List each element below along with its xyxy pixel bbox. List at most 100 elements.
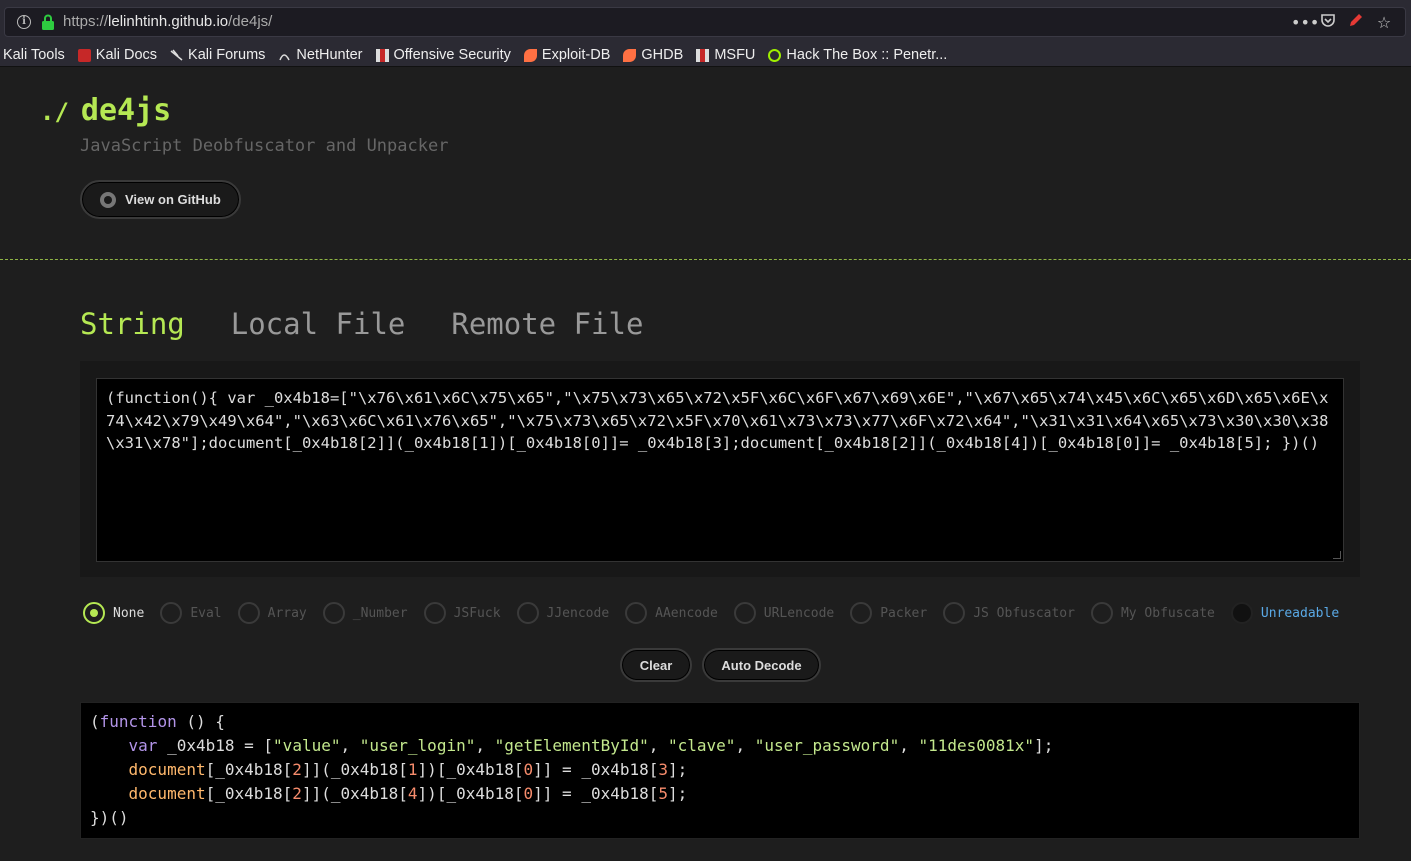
- bookmark-ghdb[interactable]: GHDB: [623, 47, 683, 63]
- radio-icon[interactable]: [625, 602, 648, 624]
- option-array[interactable]: Array: [237, 602, 307, 624]
- view-on-github-button[interactable]: View on GitHub: [80, 180, 241, 219]
- radio-icon[interactable]: [1230, 602, 1253, 624]
- site-tagline: JavaScript Deobfuscator and Unpacker: [80, 136, 449, 156]
- bookmark-label: Kali Docs: [95, 47, 158, 63]
- msfu-icon: [696, 48, 710, 62]
- htb-icon: [768, 48, 782, 62]
- site-title[interactable]: ./ de4js: [40, 93, 171, 128]
- option-label: Array: [267, 605, 307, 621]
- option-none[interactable]: None: [83, 602, 144, 624]
- offsec-icon: [375, 48, 389, 62]
- option-label: AAencode: [655, 605, 718, 621]
- option-label: Packer: [880, 605, 928, 621]
- kali-dragon-icon: [170, 49, 183, 61]
- input-tabs: String Local File Remote File: [80, 307, 689, 341]
- github-icon: [100, 191, 116, 208]
- option-label: _Number: [352, 605, 408, 621]
- star-icon[interactable]: ☆: [1375, 13, 1393, 32]
- tab-remote-file[interactable]: Remote File: [451, 307, 643, 341]
- header-divider: [0, 259, 1411, 260]
- lock-icon[interactable]: [41, 14, 55, 30]
- auto-decode-button[interactable]: Auto Decode: [702, 648, 821, 682]
- url-path: /de4js/: [228, 13, 273, 30]
- title-prefix: ./: [40, 98, 69, 126]
- clear-button[interactable]: Clear: [620, 648, 692, 682]
- bookmark-label: Kali Tools: [3, 47, 65, 63]
- option-jjencode[interactable]: JJencode: [516, 602, 610, 624]
- info-icon[interactable]: i: [17, 15, 31, 29]
- option-label: Unreadable: [1260, 605, 1340, 621]
- option-label: My Obfuscate: [1120, 605, 1215, 621]
- option-label: None: [113, 605, 145, 621]
- bookmark-label: Exploit-DB: [541, 47, 611, 63]
- option-label: JS Obfuscator: [973, 605, 1075, 621]
- bookmark-label: NetHunter: [296, 47, 363, 63]
- ghdb-icon: [623, 48, 637, 62]
- kali-docs-icon: [77, 48, 91, 62]
- editor-panel: (function(){ var _0x4b18=["\x76\x61\x6C\…: [80, 361, 1360, 577]
- option-label: URLencode: [763, 605, 835, 621]
- bookmark-label: GHDB: [641, 47, 684, 63]
- radio-icon[interactable]: [322, 602, 345, 624]
- output-line-4: document[_0x4b18[2]](_0x4b18[4])[_0x4b18…: [128, 784, 688, 803]
- github-button-label: View on GitHub: [125, 192, 221, 207]
- radio-icon[interactable]: [516, 602, 539, 624]
- radio-icon[interactable]: [733, 602, 756, 624]
- radio-icon[interactable]: [237, 602, 260, 624]
- url-prefix: https://: [63, 13, 109, 30]
- bookmark-kali-tools[interactable]: Kali Tools: [3, 47, 65, 63]
- radio-icon[interactable]: [943, 602, 966, 624]
- bookmark-msfu[interactable]: MSFU: [696, 47, 755, 63]
- option-label: JJencode: [546, 605, 610, 621]
- option-unreadable[interactable]: Unreadable: [1230, 602, 1340, 624]
- exploitdb-icon: [523, 48, 537, 62]
- bookmark-hack-the-box[interactable]: Hack The Box :: Penetr...: [768, 47, 947, 63]
- pocket-icon[interactable]: [1319, 12, 1337, 32]
- page-content: ./ de4js JavaScript Deobfuscator and Unpa…: [0, 67, 1411, 861]
- output-line-1: (function () {: [90, 712, 225, 731]
- option-aaencode[interactable]: AAencode: [625, 602, 718, 624]
- more-icon[interactable]: •••: [1291, 13, 1319, 32]
- radio-icon[interactable]: [850, 602, 873, 624]
- radio-icon[interactable]: [160, 602, 183, 624]
- option-urlencode[interactable]: URLencode: [733, 602, 835, 624]
- source-textarea[interactable]: (function(){ var _0x4b18=["\x76\x61\x6C\…: [96, 378, 1344, 562]
- tab-local-file[interactable]: Local File: [231, 307, 406, 341]
- bookmark-kali-forums[interactable]: Kali Forums: [170, 47, 265, 63]
- url-host: lelinhtinh.github.io: [108, 13, 229, 30]
- decoded-output[interactable]: (function () { var _0x4b18 = ["value", "…: [80, 702, 1360, 839]
- radio-icon[interactable]: [83, 602, 105, 624]
- option-jsfuck[interactable]: JSFuck: [423, 602, 501, 624]
- encoding-options: None Eval Array _Number JSFuck JJencode …: [83, 602, 1355, 624]
- url-text[interactable]: https://lelinhtinh.github.io/de4js/: [63, 13, 272, 30]
- radio-icon[interactable]: [1090, 602, 1113, 624]
- nethunter-icon: [279, 53, 291, 60]
- bookmark-kali-docs[interactable]: Kali Docs: [77, 47, 158, 63]
- bookmark-exploit-db[interactable]: Exploit-DB: [523, 47, 611, 63]
- bookmarks-bar: Kali Tools Kali Docs Kali Forums NetHunt…: [0, 44, 1411, 67]
- option-label: Eval: [190, 605, 222, 621]
- output-line-3: document[_0x4b18[2]](_0x4b18[1])[_0x4b18…: [128, 760, 688, 779]
- option-number[interactable]: _Number: [322, 602, 408, 624]
- source-text: (function(){ var _0x4b18=["\x76\x61\x6C\…: [106, 389, 1329, 452]
- bookmark-label: Offensive Security: [393, 47, 511, 63]
- pen-icon[interactable]: [1347, 12, 1365, 32]
- option-packer[interactable]: Packer: [850, 602, 927, 624]
- option-js-obfuscator[interactable]: JS Obfuscator: [943, 602, 1075, 624]
- bookmark-label: MSFU: [714, 47, 756, 63]
- radio-icon[interactable]: [423, 602, 446, 624]
- resize-handle[interactable]: [1333, 551, 1341, 559]
- output-line-2: var _0x4b18 = ["value", "user_login", "g…: [128, 736, 1054, 755]
- bookmark-offensive-security[interactable]: Offensive Security: [375, 47, 511, 63]
- option-my-obfuscate[interactable]: My Obfuscate: [1090, 602, 1215, 624]
- tab-string[interactable]: String: [80, 307, 185, 341]
- url-bar[interactable]: i https://lelinhtinh.github.io/de4js/ ••…: [4, 7, 1406, 37]
- option-eval[interactable]: Eval: [160, 602, 222, 624]
- bookmark-label: Hack The Box :: Penetr...: [786, 47, 948, 63]
- bookmark-label: Kali Forums: [188, 47, 266, 63]
- browser-toolbar: i https://lelinhtinh.github.io/de4js/ ••…: [0, 0, 1411, 44]
- title-text: de4js: [80, 93, 172, 128]
- bookmark-nethunter[interactable]: NetHunter: [278, 47, 363, 63]
- output-line-5: })(): [90, 808, 129, 827]
